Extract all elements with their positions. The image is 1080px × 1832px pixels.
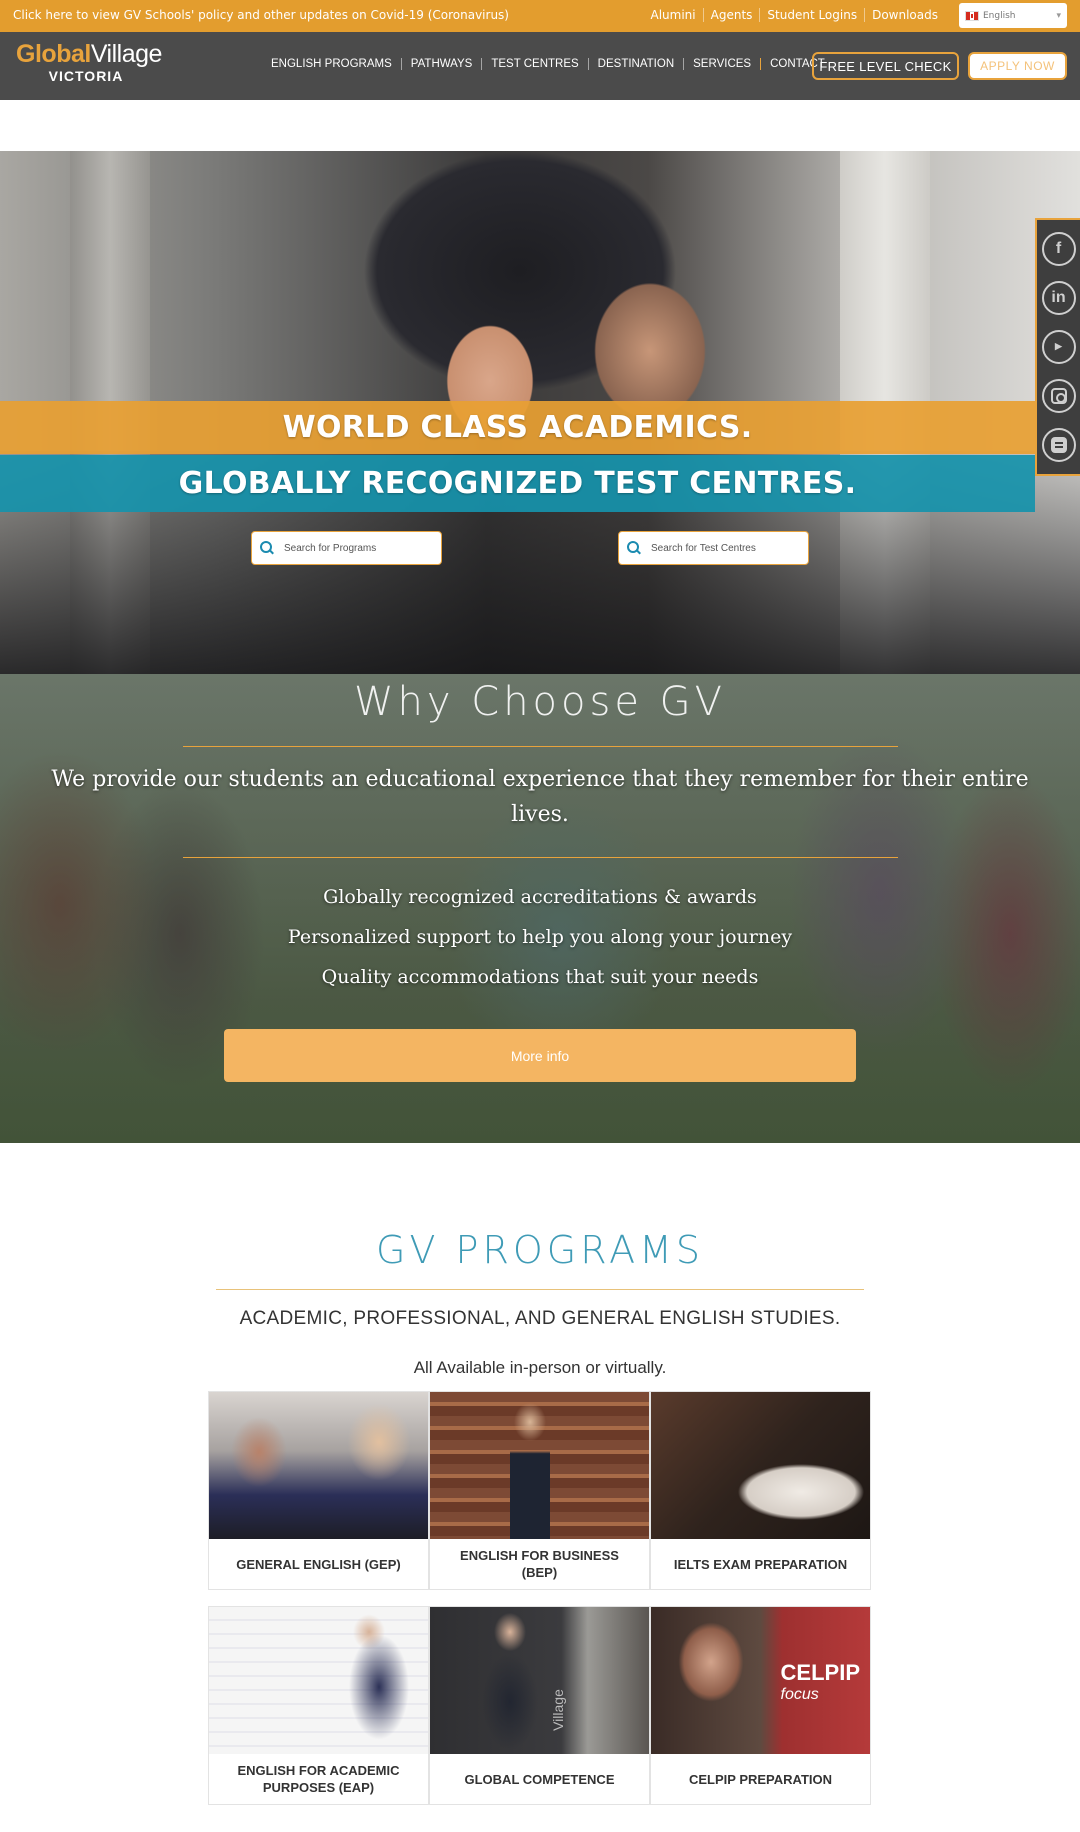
why-choose-lead: We provide our students an educational e…	[51, 767, 1029, 827]
linkedin-icon[interactable]: in	[1041, 280, 1076, 315]
test-centre-search-input[interactable]	[651, 542, 801, 554]
programs-title: GV PROGRAMS	[376, 1228, 704, 1272]
search-icon[interactable]	[627, 541, 641, 555]
global-village-logo[interactable]: GlobalVillage VICTORIA	[16, 40, 166, 95]
program-image	[651, 1392, 870, 1539]
program-card-label[interactable]: GLOBAL COMPETENCE	[430, 1754, 649, 1804]
hero-headline-teal: GLOBALLY RECOGNIZED TEST CENTRES.	[0, 455, 1035, 512]
alumni-link[interactable]: Alumini	[644, 8, 703, 22]
hero-headline-orange: WORLD CLASS ACADEMICS.	[0, 401, 1035, 454]
instagram-icon[interactable]	[1041, 379, 1076, 414]
program-image	[430, 1392, 649, 1539]
nav-item-pathways[interactable]: PATHWAYS	[400, 58, 482, 70]
program-card-label[interactable]: ENGLISH FOR BUSINESS (BEP)	[430, 1539, 649, 1589]
why-choose-points: Globally recognized accreditations & awa…	[0, 877, 1080, 997]
nav-item-english-programs[interactable]: ENGLISH PROGRAMS	[262, 58, 401, 70]
nav-menu: ENGLISH PROGRAMS PATHWAYS TEST CENTRES D…	[262, 58, 834, 70]
program-image	[209, 1607, 428, 1754]
logo-o-icon: o	[41, 40, 57, 68]
why-point: Quality accommodations that suit your ne…	[321, 966, 759, 988]
why-choose-section: Why Choose GV We provide our students an…	[0, 674, 1080, 1143]
program-image: CELPIP focus	[651, 1607, 870, 1754]
student-logins-link[interactable]: Student Logins	[759, 8, 864, 22]
covid-notice-link[interactable]: Click here to view GV Schools' policy an…	[13, 8, 509, 22]
logo-text-bal: bal	[56, 40, 91, 68]
apply-now-button[interactable]: APPLY NOW	[968, 52, 1067, 80]
programs-subtitle: ACADEMIC, PROFESSIONAL, AND GENERAL ENGL…	[239, 1308, 841, 1329]
program-search-box	[251, 531, 442, 565]
program-card-ielts[interactable]: IELTS EXAM PREPARATION	[650, 1391, 871, 1590]
program-card-global-competence[interactable]: Village GLOBAL COMPETENCE	[429, 1606, 650, 1805]
downloads-link[interactable]: Downloads	[864, 8, 945, 22]
more-info-button[interactable]: More info	[224, 1029, 856, 1082]
main-navigation: GlobalVillage VICTORIA ENGLISH PROGRAMS …	[0, 32, 1080, 100]
program-card-label[interactable]: IELTS EXAM PREPARATION	[651, 1539, 870, 1589]
programs-availability: All Available in-person or virtually.	[413, 1358, 667, 1377]
why-point: Personalized support to help you along y…	[287, 926, 793, 948]
nav-item-destination[interactable]: DESTINATION	[587, 58, 683, 70]
logo-subtitle: VICTORIA	[48, 68, 124, 84]
nav-item-services[interactable]: SERVICES	[683, 58, 760, 70]
logo-text-gl: Gl	[16, 40, 42, 68]
divider	[216, 1289, 864, 1290]
program-card-label[interactable]: ENGLISH FOR ACADEMIC PURPOSES (EAP)	[209, 1754, 428, 1804]
test-centre-search-box	[618, 531, 809, 565]
search-icon[interactable]	[260, 541, 274, 555]
why-choose-title: Why Choose GV	[353, 679, 727, 725]
top-notice-bar: Click here to view GV Schools' policy an…	[0, 0, 1080, 32]
facebook-icon[interactable]: f	[1041, 231, 1076, 266]
celpip-book-title: CELPIP focus	[780, 1660, 860, 1704]
divider	[183, 746, 898, 747]
blogger-icon[interactable]	[1041, 428, 1076, 463]
nav-item-test-centres[interactable]: TEST CENTRES	[481, 58, 587, 70]
canada-flag-icon	[965, 10, 979, 21]
free-level-check-button[interactable]: FREE LEVEL CHECK	[812, 52, 959, 80]
chevron-down-icon: ▾	[1056, 10, 1061, 21]
youtube-icon[interactable]: ▶	[1041, 329, 1076, 364]
program-card-eap[interactable]: ENGLISH FOR ACADEMIC PURPOSES (EAP)	[208, 1606, 429, 1805]
program-card-gep[interactable]: GENERAL ENGLISH (GEP)	[208, 1391, 429, 1590]
top-links: Alumini Agents Student Logins Downloads	[644, 8, 946, 22]
program-card-label[interactable]: GENERAL ENGLISH (GEP)	[209, 1539, 428, 1589]
program-card-label[interactable]: CELPIP PREPARATION	[651, 1754, 870, 1804]
program-search-input[interactable]	[284, 542, 434, 554]
language-value: English	[983, 10, 1016, 21]
agents-link[interactable]: Agents	[702, 8, 760, 22]
language-select[interactable]: English ▾	[959, 3, 1067, 28]
why-point: Globally recognized accreditations & awa…	[323, 886, 757, 908]
program-card-celpip[interactable]: CELPIP focus CELPIP PREPARATION	[650, 1606, 871, 1805]
book-cover-text: Village	[550, 1689, 567, 1731]
program-card-bep[interactable]: ENGLISH FOR BUSINESS (BEP)	[429, 1391, 650, 1590]
social-sidebar: f in ▶	[1035, 218, 1080, 476]
program-image: Village	[430, 1607, 649, 1754]
program-image	[209, 1392, 428, 1539]
divider	[183, 857, 898, 858]
logo-text-village: Village	[90, 40, 163, 68]
